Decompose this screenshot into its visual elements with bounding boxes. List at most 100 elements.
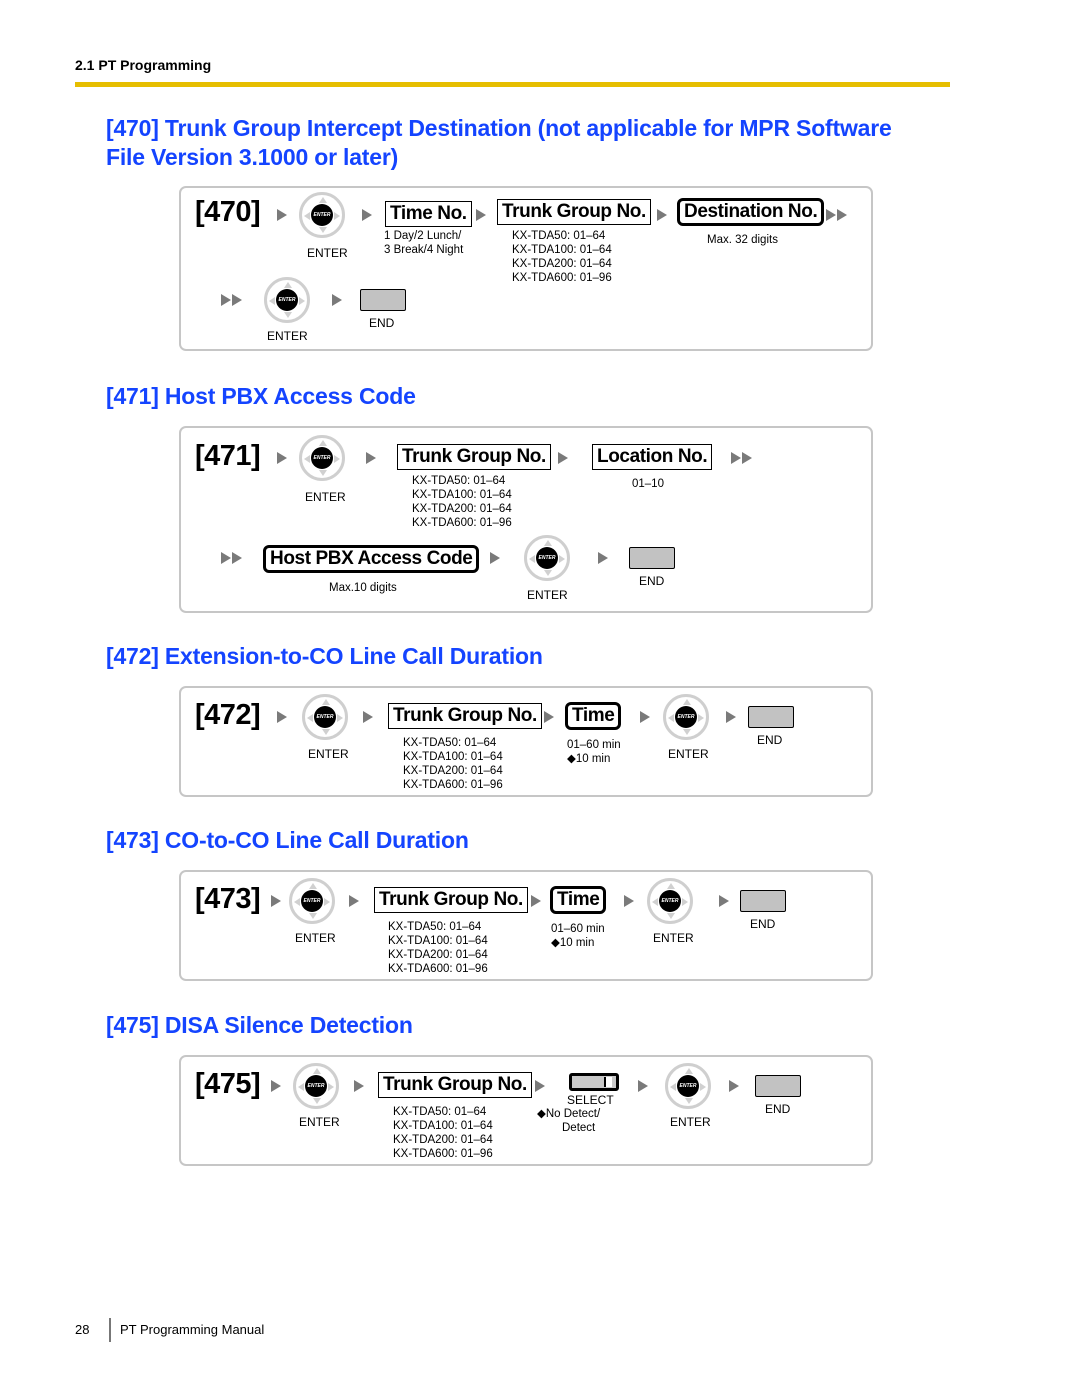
trunk-range: KX-TDA200: 01–64 xyxy=(403,765,503,777)
arrow-icon xyxy=(271,1080,281,1092)
program-code: [471] xyxy=(195,440,261,472)
left-arrow-icon xyxy=(269,297,275,305)
section-title-471: [471] Host PBX Access Code xyxy=(106,383,416,409)
up-arrow-icon xyxy=(319,440,327,446)
section-title-472: [472] Extension-to-CO Line Call Duration xyxy=(106,643,543,669)
end-key[interactable] xyxy=(740,890,786,912)
end-label: END xyxy=(750,917,776,931)
left-arrow-icon xyxy=(304,455,310,463)
end-label: END xyxy=(639,574,665,588)
enter-button[interactable]: ENTER xyxy=(264,277,310,323)
host-pbx-access-code-field[interactable]: Host PBX Access Code xyxy=(263,545,480,573)
end-key[interactable] xyxy=(360,289,406,311)
location-desc: 01–10 xyxy=(632,478,664,490)
select-key[interactable] xyxy=(569,1073,619,1091)
arrow-icon xyxy=(558,452,568,464)
select-desc: ◆No Detect/ Detect xyxy=(537,1107,600,1135)
trunk-ranges: KX-TDA50: 01–64 KX-TDA100: 01–64 KX-TDA2… xyxy=(388,920,488,976)
trunk-range: KX-TDA50: 01–64 xyxy=(512,230,606,242)
arrow-icon xyxy=(277,452,287,464)
arrow-icon xyxy=(640,711,650,723)
enter-button[interactable]: ENTER xyxy=(299,192,345,238)
destination-no-field[interactable]: Destination No. xyxy=(677,198,825,226)
left-arrow-icon xyxy=(529,555,535,563)
trunk-range: KX-TDA50: 01–64 xyxy=(393,1106,487,1118)
enter-button[interactable]: ENTER xyxy=(293,1063,339,1109)
enter-button[interactable]: ENTER xyxy=(299,435,345,481)
enter-label: ENTER xyxy=(308,747,349,761)
panel-473: [473] ENTER ENTER Trunk Group No. KX-TDA… xyxy=(179,870,873,981)
destination-desc: Max. 32 digits xyxy=(707,234,778,246)
time-desc-line: 01–60 min xyxy=(551,923,605,935)
right-arrow-icon xyxy=(328,1083,334,1091)
down-arrow-icon xyxy=(685,1098,693,1104)
trunk-group-no-field[interactable]: Trunk Group No. xyxy=(497,199,651,225)
enter-key-glyph: ENTER xyxy=(659,890,681,912)
trunk-ranges: KX-TDA50: 01–64 KX-TDA100: 01–64 KX-TDA2… xyxy=(403,736,503,792)
enter-button[interactable]: ENTER xyxy=(647,878,693,924)
enter-label: ENTER xyxy=(527,588,568,602)
program-code: [470] xyxy=(195,196,261,228)
section-title-470-line2: File Version 3.1000 or later) xyxy=(106,144,399,170)
trunk-range: KX-TDA200: 01–64 xyxy=(388,949,488,961)
enter-key-glyph: ENTER xyxy=(305,1075,327,1097)
end-key[interactable] xyxy=(748,706,794,728)
enter-button[interactable]: ENTER xyxy=(665,1063,711,1109)
arrow-icon xyxy=(531,895,541,907)
left-arrow-icon xyxy=(304,212,310,220)
arrow-icon xyxy=(719,895,729,907)
enter-button[interactable]: ENTER xyxy=(524,535,570,581)
trunk-range: KX-TDA100: 01–64 xyxy=(412,489,512,501)
right-arrow-icon xyxy=(559,555,565,563)
arrow-icon xyxy=(362,209,372,221)
trunk-range: KX-TDA200: 01–64 xyxy=(512,258,612,270)
right-arrow-icon xyxy=(334,212,340,220)
enter-label: ENTER xyxy=(295,931,336,945)
footer-divider xyxy=(109,1318,111,1342)
enter-button[interactable]: ENTER xyxy=(663,694,709,740)
trunk-group-no-field[interactable]: Trunk Group No. xyxy=(378,1072,532,1098)
time-field[interactable]: Time xyxy=(565,702,622,730)
enter-key-glyph: ENTER xyxy=(301,890,323,912)
enter-label: ENTER xyxy=(670,1115,711,1129)
up-arrow-icon xyxy=(544,540,552,546)
left-arrow-icon xyxy=(668,714,674,722)
enter-button[interactable]: ENTER xyxy=(289,878,335,924)
arrow-icon xyxy=(277,711,287,723)
enter-label: ENTER xyxy=(668,747,709,761)
end-key[interactable] xyxy=(629,547,675,569)
enter-key-glyph: ENTER xyxy=(675,706,697,728)
select-desc-line: ◆No Detect/ xyxy=(537,1108,601,1120)
enter-label: ENTER xyxy=(305,490,346,504)
continue-arrow-icon xyxy=(826,209,847,221)
enter-key-glyph: ENTER xyxy=(276,289,298,311)
end-key[interactable] xyxy=(755,1075,801,1097)
down-arrow-icon xyxy=(284,312,292,318)
trunk-ranges: KX-TDA50: 01–64 KX-TDA100: 01–64 KX-TDA2… xyxy=(393,1105,493,1161)
arrow-icon xyxy=(277,209,287,221)
right-arrow-icon xyxy=(324,898,330,906)
trunk-range: KX-TDA200: 01–64 xyxy=(412,503,512,515)
select-desc-line: Detect xyxy=(562,1122,596,1134)
arrow-icon xyxy=(332,294,342,306)
up-arrow-icon xyxy=(683,699,691,705)
location-no-field[interactable]: Location No. xyxy=(592,444,713,470)
left-arrow-icon xyxy=(307,714,313,722)
time-field[interactable]: Time xyxy=(550,886,607,914)
arrow-icon xyxy=(354,1080,364,1092)
arrow-icon xyxy=(535,1080,545,1092)
trunk-group-no-field[interactable]: Trunk Group No. xyxy=(374,887,528,913)
arrow-icon xyxy=(363,711,373,723)
enter-label: ENTER xyxy=(653,931,694,945)
trunk-group-no-field[interactable]: Trunk Group No. xyxy=(397,444,551,470)
time-no-field[interactable]: Time No. xyxy=(385,201,472,227)
enter-button[interactable]: ENTER xyxy=(302,694,348,740)
down-arrow-icon xyxy=(683,729,691,735)
arrow-icon xyxy=(598,552,608,564)
trunk-range: KX-TDA600: 01–96 xyxy=(512,272,612,284)
trunk-group-no-field[interactable]: Trunk Group No. xyxy=(388,703,542,729)
arrow-icon xyxy=(726,711,736,723)
section-title-470-line1: [470] Trunk Group Intercept Destination … xyxy=(106,115,892,141)
up-arrow-icon xyxy=(313,1068,321,1074)
time-desc-line: ◆10 min xyxy=(551,937,595,949)
